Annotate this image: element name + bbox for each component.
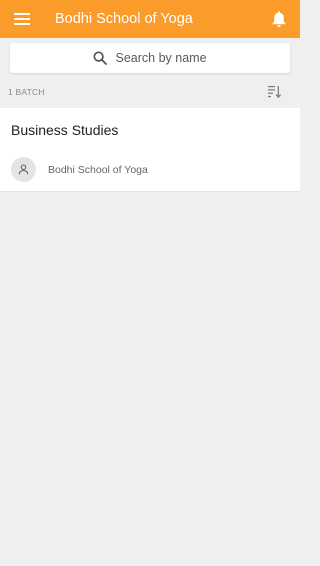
batch-count-label: 1 BATCH bbox=[8, 86, 45, 97]
sort-button[interactable] bbox=[267, 85, 281, 99]
search-icon bbox=[92, 51, 107, 65]
batch-name: Business Studies bbox=[11, 122, 119, 138]
person-icon bbox=[18, 164, 29, 175]
page-title: Bodhi School of Yoga bbox=[55, 11, 193, 27]
app-bar: Bodhi School of Yoga bbox=[0, 0, 300, 38]
batch-owner: Bodhi School of Yoga bbox=[11, 157, 148, 182]
notifications-button[interactable] bbox=[270, 9, 288, 29]
batch-card[interactable]: Business Studies Bodhi School of Yoga bbox=[0, 108, 300, 192]
sort-icon bbox=[267, 86, 281, 98]
avatar bbox=[11, 157, 36, 182]
search-bar-container bbox=[0, 38, 300, 73]
list-header: 1 BATCH bbox=[0, 75, 300, 108]
bell-icon bbox=[272, 11, 286, 27]
batch-owner-name: Bodhi School of Yoga bbox=[48, 163, 148, 176]
search-bar[interactable] bbox=[10, 43, 290, 73]
hamburger-menu-icon bbox=[14, 13, 30, 25]
search-input[interactable] bbox=[115, 51, 208, 65]
menu-button[interactable] bbox=[0, 0, 44, 38]
app-screen: Bodhi School of Yoga 1 BATCH bbox=[0, 0, 300, 566]
